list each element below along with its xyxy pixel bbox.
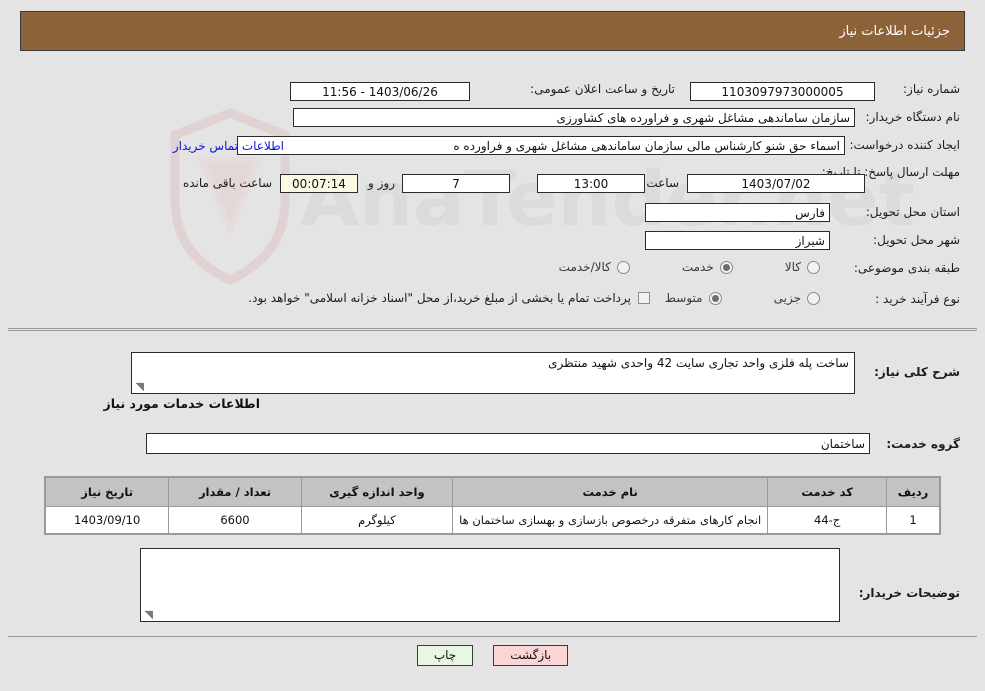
category-radio-khedmat[interactable]: خدمت — [682, 260, 733, 274]
service-group-label: گروه خدمت: — [886, 437, 960, 451]
radio-icon[interactable] — [807, 291, 820, 305]
radio-icon[interactable] — [616, 260, 630, 274]
comments-textarea[interactable]: ◥ — [140, 548, 840, 622]
countdown-label: ساعت باقی مانده — [182, 176, 272, 190]
countdown-value: 00:07:14 — [280, 174, 358, 193]
radio-icon[interactable] — [719, 260, 733, 274]
need-number-value[interactable]: 1103097973000005 — [690, 82, 875, 101]
process-radio-group[interactable]: جزیی متوسط — [665, 291, 820, 305]
radio-icon[interactable] — [708, 291, 722, 305]
back-button[interactable]: بازگشت — [493, 645, 569, 666]
process-radio-jozii[interactable]: جزیی — [774, 291, 820, 305]
resize-grip-icon[interactable]: ◥ — [143, 609, 153, 620]
treasury-note-label: پرداخت تمام یا بخشی از مبلغ خرید،از محل … — [248, 291, 631, 305]
category-option-label: خدمت — [681, 260, 714, 274]
print-button[interactable]: چاپ — [416, 645, 474, 666]
deadline-hour-label: ساعت — [646, 176, 679, 190]
page-title: جزئیات اطلاعات نیاز — [839, 23, 950, 39]
city-value[interactable]: شیراز — [645, 231, 830, 250]
deadline-time-value[interactable]: 13:00 — [537, 174, 645, 193]
treasury-checkbox[interactable] — [638, 292, 650, 304]
category-radio-kala-khedmat[interactable]: کالا/خدمت — [559, 260, 630, 274]
description-value: ساخت پله فلزی واحد تجاری سایت 42 واحدی ش… — [548, 356, 849, 370]
category-option-label: کالا/خدمت — [558, 260, 611, 274]
process-radio-motevaset[interactable]: متوسط — [665, 291, 722, 305]
description-label: شرح کلی نیاز: — [874, 365, 960, 379]
comments-label: توضیحات خریدار: — [858, 586, 960, 600]
deadline-date-value[interactable]: 1403/07/02 — [687, 174, 865, 193]
need-info-panel — [8, 64, 977, 329]
category-option-label: کالا — [784, 260, 801, 274]
description-textarea[interactable]: ساخت پله فلزی واحد تجاری سایت 42 واحدی ش… — [131, 352, 855, 394]
remaining-days-label: روز و — [368, 176, 395, 190]
service-group-value[interactable]: ساختمان — [146, 433, 870, 454]
process-option-label: متوسط — [664, 291, 703, 305]
remaining-days-value[interactable]: 7 — [402, 174, 510, 193]
footer-button-bar: بازگشت چاپ — [0, 645, 985, 666]
province-value[interactable]: فارس — [645, 203, 830, 222]
buyer-contact-link[interactable]: اطلاعات تماس خریدار — [173, 139, 284, 153]
announce-datetime-value[interactable]: 1403/06/26 - 11:56 — [290, 82, 470, 101]
radio-icon[interactable] — [807, 260, 820, 274]
page-header: جزئیات اطلاعات نیاز — [20, 11, 965, 51]
buyer-org-value[interactable]: سازمان ساماندهی مشاغل شهری و فراورده های… — [293, 108, 855, 127]
resize-grip-icon[interactable]: ◥ — [134, 381, 144, 392]
category-radio-group[interactable]: کالا خدمت کالا/خدمت — [559, 260, 820, 274]
requester-value[interactable]: اسماء حق شنو کارشناس مالی سازمان سامانده… — [237, 136, 845, 155]
services-section-title: اطلاعات خدمات مورد نیاز — [103, 396, 261, 411]
process-option-label: جزیی — [773, 291, 801, 305]
category-radio-kala[interactable]: کالا — [785, 260, 820, 274]
treasury-note-group: پرداخت تمام یا بخشی از مبلغ خرید،از محل … — [248, 291, 650, 305]
